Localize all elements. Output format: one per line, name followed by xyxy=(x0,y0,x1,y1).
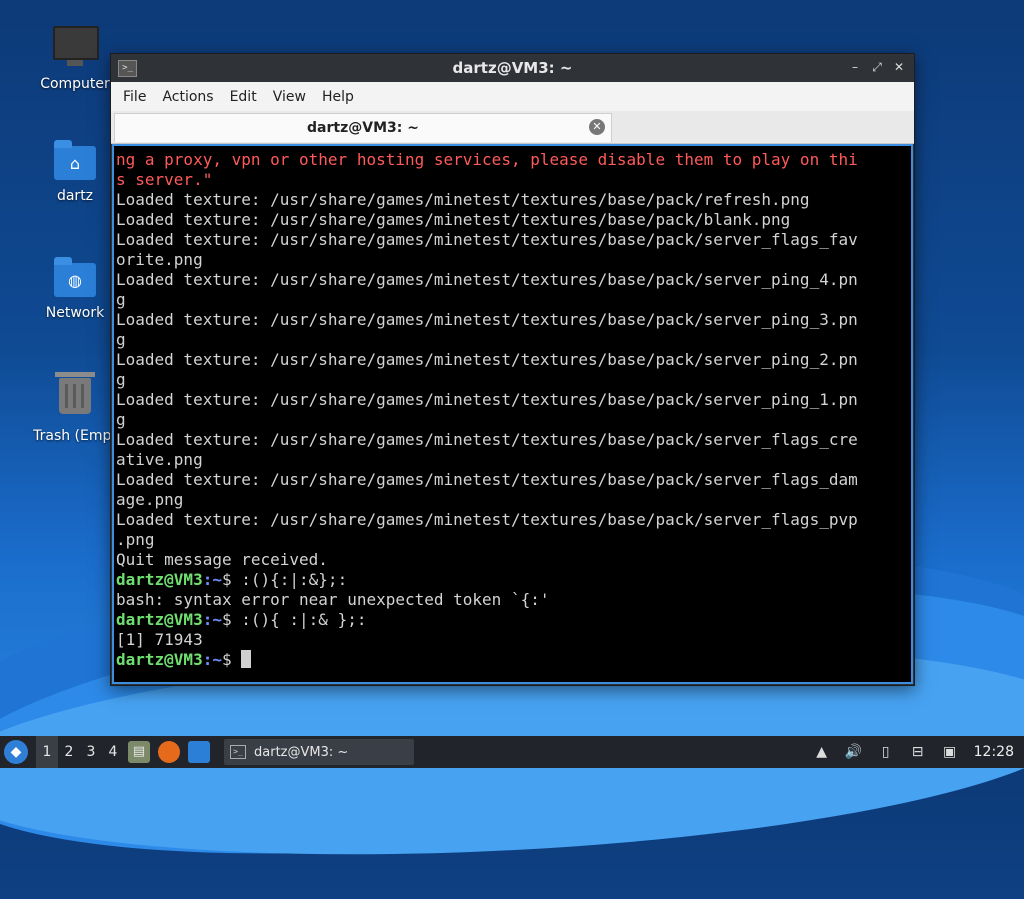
file-manager-icon[interactable]: ▤ xyxy=(128,741,150,763)
update-notifier-icon[interactable]: ▲ xyxy=(811,741,833,763)
taskbar-item-terminal[interactable]: >_ dartz@VM3: ~ xyxy=(224,739,414,765)
computer-icon xyxy=(53,26,99,70)
network-icon[interactable]: ⊟ xyxy=(907,741,929,763)
menu-actions[interactable]: Actions xyxy=(154,89,221,105)
window-title: dartz@VM3: ~ xyxy=(452,59,573,77)
prompt-symbol: $ xyxy=(221,570,242,589)
show-desktop-icon[interactable] xyxy=(188,741,210,763)
terminal-line: Loaded texture: /usr/share/games/minetes… xyxy=(116,510,858,529)
terminal-line: Loaded texture: /usr/share/games/minetes… xyxy=(116,190,810,209)
terminal-line: s server." xyxy=(116,170,213,189)
terminal-line: Loaded texture: /usr/share/games/minetes… xyxy=(116,270,858,289)
menu-file[interactable]: File xyxy=(115,89,154,105)
terminal-output-area[interactable]: ng a proxy, vpn or other hosting service… xyxy=(112,144,913,684)
firefox-icon[interactable] xyxy=(158,741,180,763)
network-status-icon[interactable]: ▣ xyxy=(939,741,961,763)
menu-view[interactable]: View xyxy=(265,89,314,105)
clock[interactable]: 12:28 xyxy=(974,744,1014,760)
terminal-line: Loaded texture: /usr/share/games/minetes… xyxy=(116,310,858,329)
window-titlebar[interactable]: >_ dartz@VM3: ~ – ⤢ ✕ xyxy=(111,54,914,82)
terminal-line: Loaded texture: /usr/share/games/minetes… xyxy=(116,350,858,369)
tab-close-icon[interactable]: ✕ xyxy=(589,119,605,135)
terminal-line: g xyxy=(116,290,126,309)
terminal-line: Loaded texture: /usr/share/games/minetes… xyxy=(116,470,858,489)
taskbar-item-label: dartz@VM3: ~ xyxy=(254,744,349,760)
volume-icon[interactable]: 🔊 xyxy=(843,741,865,763)
maximize-button[interactable]: ⤢ xyxy=(868,58,886,76)
terminal-window[interactable]: >_ dartz@VM3: ~ – ⤢ ✕ File Actions Edit … xyxy=(110,53,915,686)
terminal-line: orite.png xyxy=(116,250,203,269)
menu-help[interactable]: Help xyxy=(314,89,362,105)
prompt-user: dartz@VM3 xyxy=(116,650,203,669)
close-button[interactable]: ✕ xyxy=(890,58,908,76)
terminal-line: [1] 71943 xyxy=(116,630,203,649)
terminal-line: Loaded texture: /usr/share/games/minetes… xyxy=(116,390,858,409)
terminal-line: ng a proxy, vpn or other hosting service… xyxy=(116,150,858,169)
workspace-2[interactable]: 2 xyxy=(58,736,80,768)
terminal-command: :(){ :|:& };: xyxy=(241,610,367,629)
menubar: File Actions Edit View Help xyxy=(111,82,914,111)
prompt-user: dartz@VM3 xyxy=(116,570,203,589)
taskbar: ◆ 1 2 3 4 ▤ >_ dartz@VM3: ~ ▲ 🔊 ▯ ⊟ ▣ 12… xyxy=(0,736,1024,768)
terminal-line: Quit message received. xyxy=(116,550,328,569)
terminal-line: bash: syntax error near unexpected token… xyxy=(116,590,550,609)
home-folder-icon: ⌂ xyxy=(53,138,97,182)
terminal-line: Loaded texture: /usr/share/games/minetes… xyxy=(116,230,858,249)
terminal-line: Loaded texture: /usr/share/games/minetes… xyxy=(116,210,791,229)
tab-terminal[interactable]: dartz@VM3: ~ ✕ xyxy=(114,113,612,142)
start-menu-icon[interactable]: ◆ xyxy=(4,740,28,764)
prompt-symbol: $ xyxy=(221,650,242,669)
terminal-text: ng a proxy, vpn or other hosting service… xyxy=(114,146,911,670)
prompt-path: :~ xyxy=(202,650,222,669)
system-tray: ▲ 🔊 ▯ ⊟ ▣ 12:28 xyxy=(806,736,1024,768)
menu-edit[interactable]: Edit xyxy=(222,89,265,105)
workspace-4[interactable]: 4 xyxy=(102,736,124,768)
network-folder-icon: ◍ xyxy=(53,255,97,299)
terminal-icon: >_ xyxy=(230,745,246,759)
workspace-1[interactable]: 1 xyxy=(36,736,58,768)
terminal-line: Loaded texture: /usr/share/games/minetes… xyxy=(116,430,858,449)
prompt-symbol: $ xyxy=(221,610,242,629)
terminal-line: .png xyxy=(116,530,155,549)
tab-label: dartz@VM3: ~ xyxy=(307,120,419,136)
terminal-line: g xyxy=(116,410,126,429)
prompt-path: :~ xyxy=(202,570,222,589)
clipboard-icon[interactable]: ▯ xyxy=(875,741,897,763)
tab-bar: dartz@VM3: ~ ✕ xyxy=(111,111,914,144)
trash-icon xyxy=(53,372,97,422)
terminal-line: age.png xyxy=(116,490,184,509)
prompt-path: :~ xyxy=(202,610,222,629)
terminal-line: g xyxy=(116,370,126,389)
terminal-cursor[interactable] xyxy=(241,650,252,668)
minimize-button[interactable]: – xyxy=(846,58,864,76)
prompt-user: dartz@VM3 xyxy=(116,610,203,629)
terminal-line: ative.png xyxy=(116,450,203,469)
terminal-line: g xyxy=(116,330,126,349)
workspace-3[interactable]: 3 xyxy=(80,736,102,768)
terminal-command: :(){:|:&};: xyxy=(241,570,348,589)
